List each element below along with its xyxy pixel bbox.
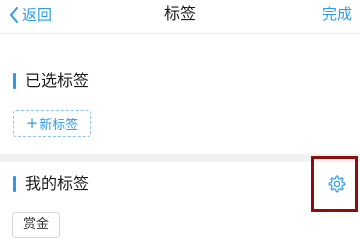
page-title: 标签	[163, 4, 196, 23]
my-tags-title: 我的标签	[25, 174, 90, 193]
section-accent-bar	[13, 176, 16, 192]
done-button[interactable]: 完成	[322, 3, 352, 25]
navigation-bar: 返回 标签 完成	[0, 0, 360, 34]
section-divider	[0, 154, 360, 162]
plus-icon: +	[25, 114, 39, 132]
tag-chip[interactable]: 赏金	[12, 212, 61, 238]
selected-tags-header: 已选标签	[13, 71, 89, 91]
my-tags-header: 我的标签	[13, 174, 89, 194]
new-tag-button[interactable]: + 新标签	[13, 110, 91, 137]
my-tags-section: 我的标签 赏金	[0, 162, 360, 245]
gear-icon[interactable]	[327, 174, 347, 194]
selected-tags-section: 已选标签 + 新标签	[0, 34, 360, 154]
new-tag-label: 新标签	[39, 118, 79, 133]
selected-tags-title: 已选标签	[25, 71, 90, 90]
section-accent-bar	[13, 73, 16, 89]
